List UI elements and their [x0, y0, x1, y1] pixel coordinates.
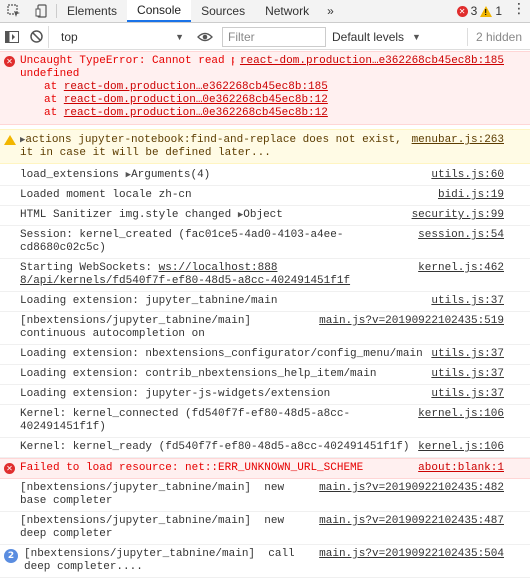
console-log-row: bidi.js:19 Loaded moment locale zh-cn	[0, 186, 530, 206]
console-log-row: kernel.js:106 Kernel: kernel_connected (…	[0, 405, 530, 438]
source-link[interactable]: main.js?v=20190922102435:504	[313, 548, 504, 561]
websocket-url-link[interactable]: ws://localhost:888	[159, 262, 278, 274]
log-message: [nbextensions/jupyter_tabnine/main] call…	[24, 548, 302, 573]
stack-frame-link[interactable]: react-dom.production…0e362268cb45ec8b:12	[64, 94, 328, 106]
console-log-row: utils.js:60 load_extensions ▶Arguments(4…	[0, 166, 530, 186]
repeat-count-badge: 2	[4, 549, 18, 563]
clear-console-button[interactable]	[24, 25, 48, 49]
stack-frame: at react-dom.production…0e362268cb45ec8b…	[20, 94, 506, 107]
log-message: Starting WebSockets: ws://localhost:888 8…	[20, 262, 420, 288]
warning-icon	[4, 135, 16, 145]
log-text: HTML Sanitizer img.style changed	[20, 209, 232, 221]
source-link[interactable]: security.js:99	[406, 209, 504, 222]
sidebar-toggle-button[interactable]	[0, 25, 24, 49]
tab-elements[interactable]: Elements	[57, 0, 127, 22]
log-message: [nbextensions/jupyter_tabnine/main] new …	[20, 482, 291, 507]
source-link[interactable]: about:blank:1	[412, 462, 504, 475]
console-log-row: kernel.js:462 Starting WebSockets: ws://…	[0, 259, 530, 292]
device-icon	[35, 4, 47, 18]
block-icon	[29, 30, 43, 43]
source-link[interactable]: main.js?v=20190922102435:519	[313, 315, 504, 328]
inspect-icon	[7, 4, 20, 17]
error-count: 3	[470, 4, 478, 18]
console-warning-row: menubar.js:263 ▶actions jupyter-notebook…	[0, 129, 530, 164]
console-log-row: utils.js:37 Loading extension: jupyter_t…	[0, 292, 530, 312]
error-x-icon: ✕	[4, 463, 15, 474]
source-link[interactable]: main.js?v=20190922102435:482	[313, 482, 504, 495]
log-text: Starting WebSockets:	[20, 262, 159, 274]
stack-frame-link[interactable]: react-dom.production…0e362268cb45ec8b:12	[64, 107, 328, 119]
chevron-down-icon: ▼	[175, 31, 184, 42]
source-link[interactable]: bidi.js:19	[432, 189, 504, 202]
stack-at: at	[44, 94, 58, 106]
inspect-element-button[interactable]	[0, 0, 28, 22]
source-link[interactable]: kernel.js:106	[412, 408, 504, 421]
log-text: load_extensions	[20, 169, 120, 181]
log-message: Session: kernel_created (fac01ce5-4ad0-4…	[20, 229, 344, 254]
hidden-messages-count: 2 hidden	[466, 27, 530, 46]
log-object[interactable]: Object	[243, 209, 283, 221]
context-selector[interactable]: top ▼	[48, 25, 190, 48]
tab-console[interactable]: Console	[127, 0, 192, 22]
console-log-row: session.js:54 Session: kernel_created (f…	[0, 226, 530, 259]
stack-frame: at react-dom.production…0e362268cb45ec8b…	[20, 107, 506, 120]
source-link[interactable]: menubar.js:263	[405, 134, 504, 147]
console-error-row: ✕ about:blank:1 Failed to load resource:…	[0, 458, 530, 479]
issue-badges[interactable]: ✕ 3 ! 1	[456, 0, 506, 22]
tab-network[interactable]: Network	[255, 0, 319, 22]
log-message: [nbextensions/jupyter_tabnine/main] cont…	[20, 315, 252, 340]
stack-at: at	[44, 107, 58, 119]
live-expression-button[interactable]	[190, 32, 220, 42]
console-log-row: utils.js:37 Loading extension: nbextensi…	[0, 345, 530, 365]
console-log-row: kernel.js:106 Kernel: kernel_ready (fd54…	[0, 438, 530, 458]
log-object[interactable]: Arguments(4)	[131, 169, 210, 181]
device-toolbar-button[interactable]	[28, 0, 56, 22]
devtools-tabbar: Elements Console Sources Network » ✕ 3 !…	[0, 0, 530, 23]
stack-frame: at react-dom.production…e362268cb45ec8b:…	[20, 81, 506, 94]
stack-at: at	[44, 81, 58, 93]
error-x-icon: ✕	[456, 5, 468, 17]
console-log-row: main.js?v=20190922102435:482 [nbextensio…	[0, 479, 530, 512]
warning-icon: !	[480, 5, 493, 17]
more-tabs-button[interactable]: »	[319, 0, 342, 22]
source-link[interactable]: react-dom.production…e362268cb45ec8b:185	[233, 55, 504, 68]
sidebar-icon	[5, 30, 19, 43]
console-log-row: utils.js:37 Loading extension: jupyter-j…	[0, 385, 530, 405]
source-link[interactable]: session.js:54	[412, 229, 504, 242]
console-toolbar: top ▼ Default levels ▼ 2 hidden	[0, 24, 530, 50]
console-error-row: ✕ react-dom.production…e362268cb45ec8b:1…	[0, 51, 530, 125]
source-link[interactable]: utils.js:37	[425, 368, 504, 381]
source-link[interactable]: kernel.js:462	[412, 262, 504, 275]
warning-count: 1	[495, 4, 502, 18]
console-log-row: 2 main.js?v=20190922102435:504 [nbextens…	[0, 545, 530, 578]
source-link[interactable]: utils.js:37	[425, 348, 504, 361]
tab-sources[interactable]: Sources	[191, 0, 255, 22]
console-messages: ✕ react-dom.production…e362268cb45ec8b:1…	[0, 51, 530, 578]
console-log-row: main.js?v=20190922102435:519 [nbextensio…	[0, 312, 530, 345]
source-link[interactable]: kernel.js:106	[412, 441, 504, 454]
context-value: top	[61, 29, 78, 44]
source-link[interactable]: utils.js:37	[425, 388, 504, 401]
log-levels-dropdown[interactable]: Default levels ▼	[332, 30, 424, 44]
more-options-icon[interactable]: ⋮	[506, 0, 530, 22]
source-link[interactable]: main.js?v=20190922102435:487	[313, 515, 504, 528]
filter-input[interactable]	[222, 26, 326, 47]
console-log-row: security.js:99 HTML Sanitizer img.style …	[0, 206, 530, 226]
error-x-icon: ✕	[4, 56, 15, 67]
websocket-url-link[interactable]: 8/api/kernels/fd540f7f-ef80-48d5-a8cc-40…	[20, 275, 350, 287]
console-log-row: utils.js:37 Loading extension: contrib_n…	[0, 365, 530, 385]
log-message: Kernel: kernel_connected (fd540f7f-ef80-…	[20, 408, 351, 433]
source-link[interactable]: utils.js:37	[425, 295, 504, 308]
stack-frame-link[interactable]: react-dom.production…e362268cb45ec8b:185	[64, 81, 328, 93]
console-log-row: main.js?v=20190922102435:487 [nbextensio…	[0, 512, 530, 545]
chevron-down-icon: ▼	[412, 31, 421, 42]
log-levels-value: Default levels	[332, 29, 405, 44]
source-link[interactable]: utils.js:60	[425, 169, 504, 182]
eye-icon	[197, 32, 213, 41]
error-stack: at react-dom.production…e362268cb45ec8b:…	[20, 81, 506, 120]
log-message: [nbextensions/jupyter_tabnine/main] new …	[20, 515, 291, 540]
